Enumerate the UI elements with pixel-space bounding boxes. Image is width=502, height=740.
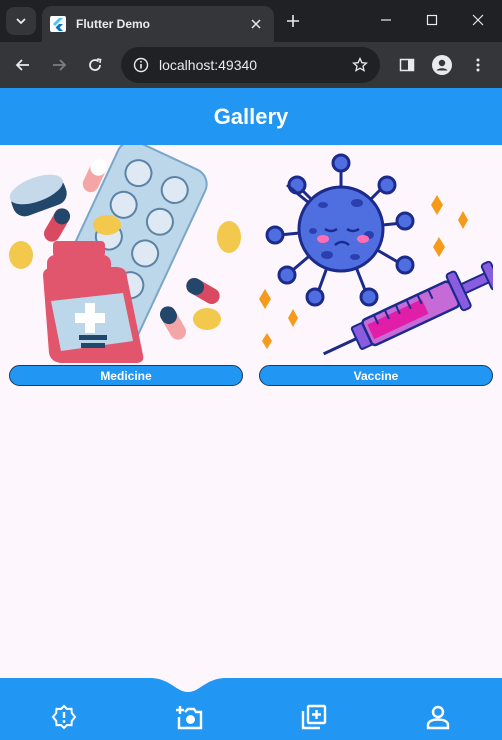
chevron-down-icon bbox=[16, 18, 26, 25]
vaccine-label[interactable]: Vaccine bbox=[259, 365, 493, 386]
profile-icon bbox=[432, 55, 452, 75]
gallery-item-vaccine[interactable]: Vaccine bbox=[257, 145, 493, 390]
star-icon bbox=[352, 57, 368, 72]
tab-close-button[interactable] bbox=[244, 12, 268, 36]
gallery-item-medicine[interactable]: Medicine bbox=[7, 145, 243, 390]
browser-tab[interactable]: Flutter Demo bbox=[42, 6, 274, 42]
maximize-icon bbox=[426, 14, 438, 26]
arrow-left-icon bbox=[15, 59, 29, 71]
flutter-icon bbox=[50, 16, 66, 32]
browser-window: Flutter Demo localhost:49340 Gallery Med… bbox=[0, 0, 502, 740]
reload-icon bbox=[89, 58, 102, 71]
forward-button[interactable] bbox=[43, 49, 75, 81]
tab-strip: Flutter Demo bbox=[0, 0, 502, 42]
new-tab-button[interactable] bbox=[281, 9, 305, 33]
browser-toolbar: localhost:49340 bbox=[0, 42, 502, 88]
maximize-button[interactable] bbox=[409, 0, 455, 40]
plus-icon bbox=[287, 15, 299, 27]
tab-search-button[interactable] bbox=[6, 7, 36, 35]
back-button[interactable] bbox=[7, 49, 39, 81]
medicine-label[interactable]: Medicine bbox=[9, 365, 243, 386]
browser-menu-button[interactable] bbox=[462, 49, 494, 81]
medicine-illustration bbox=[9, 145, 241, 363]
person-icon bbox=[426, 705, 450, 730]
side-panel-icon bbox=[399, 58, 415, 72]
nav-item-add-library[interactable] bbox=[299, 702, 329, 732]
close-window-button[interactable] bbox=[455, 0, 501, 40]
page-title: Gallery bbox=[213, 103, 289, 129]
add-library-icon bbox=[301, 704, 327, 730]
minimize-button[interactable] bbox=[363, 0, 409, 40]
info-icon[interactable] bbox=[131, 55, 151, 75]
add-photo-icon bbox=[176, 706, 203, 730]
reload-button[interactable] bbox=[79, 49, 111, 81]
tab-title: Flutter Demo bbox=[76, 17, 151, 31]
nav-item-profile[interactable] bbox=[423, 702, 453, 732]
bottom-nav-bar bbox=[0, 678, 502, 740]
profile-button[interactable] bbox=[426, 49, 458, 81]
minimize-icon bbox=[381, 19, 391, 21]
app-viewport: Gallery Medicine Vaccine bbox=[0, 88, 502, 740]
side-panel-button[interactable] bbox=[391, 49, 423, 81]
kebab-menu-icon bbox=[476, 58, 480, 72]
nav-item-add-photo[interactable] bbox=[174, 702, 204, 732]
app-bar: Gallery bbox=[0, 88, 502, 145]
alert-badge-icon bbox=[51, 704, 77, 730]
arrow-right-icon bbox=[53, 59, 67, 71]
nav-item-alerts[interactable] bbox=[49, 702, 79, 732]
vaccine-illustration bbox=[259, 153, 493, 356]
bookmark-button[interactable] bbox=[346, 51, 374, 79]
address-bar[interactable]: localhost:49340 bbox=[121, 47, 380, 83]
close-icon bbox=[472, 14, 484, 26]
close-icon bbox=[251, 19, 261, 29]
url-text[interactable]: localhost:49340 bbox=[159, 57, 346, 73]
